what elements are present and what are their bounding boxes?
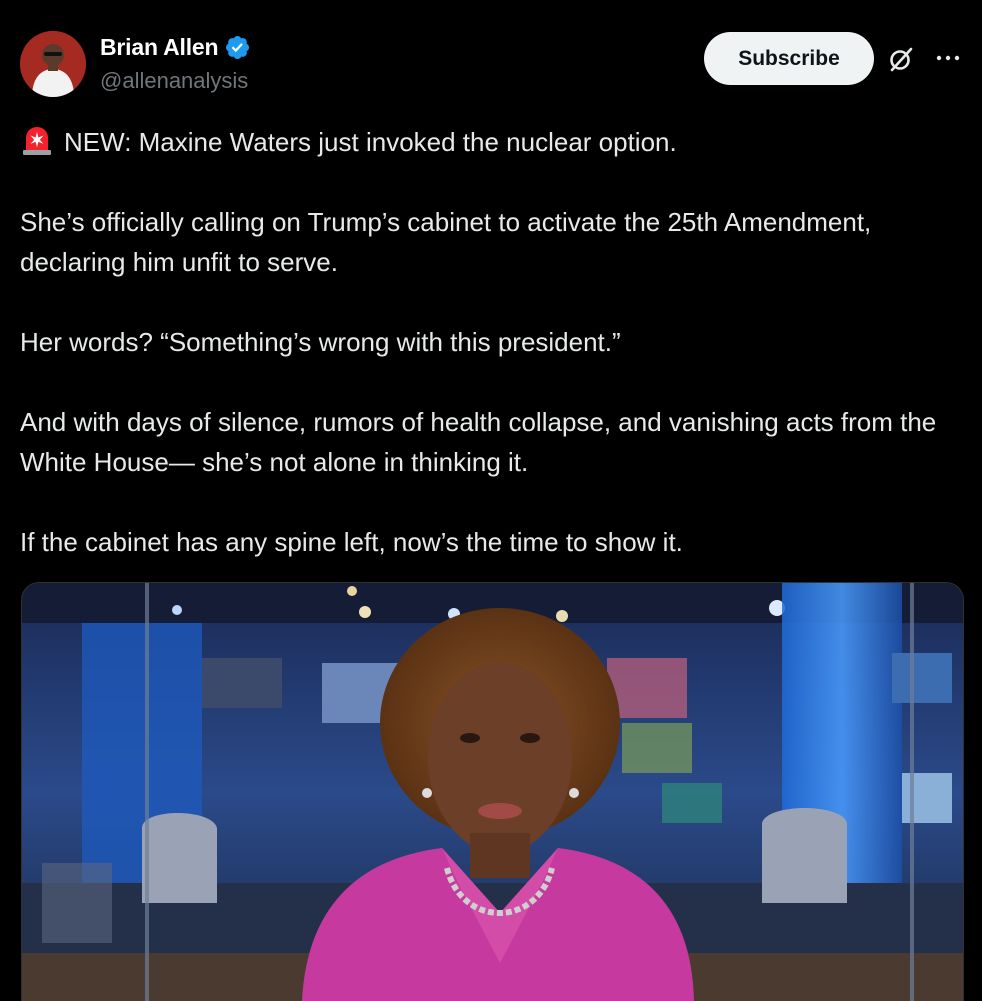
- tweet-paragraph-2: She’s officially calling on Trump’s cabi…: [20, 207, 872, 277]
- tweet: Brian Allen @allenanalysis Subscribe NEW…: [0, 0, 982, 1001]
- rotating-light-icon: [20, 123, 54, 157]
- more-options-icon[interactable]: [935, 48, 961, 68]
- tweet-paragraph-4: And with days of silence, rumors of heal…: [20, 407, 937, 477]
- tweet-text: NEW: Maxine Waters just invoked the nucl…: [20, 122, 965, 602]
- tweet-paragraph-1-text: NEW: Maxine Waters just invoked the nucl…: [64, 127, 677, 157]
- tweet-paragraph-1: NEW: Maxine Waters just invoked the nucl…: [20, 122, 965, 162]
- grok-icon[interactable]: [886, 44, 916, 74]
- tweet-paragraph-5: If the cabinet has any spine left, now’s…: [20, 527, 683, 557]
- video-media[interactable]: [21, 582, 964, 1001]
- author-display-name[interactable]: Brian Allen: [100, 34, 219, 61]
- verified-badge-icon: [224, 34, 251, 61]
- subscribe-button[interactable]: Subscribe: [704, 32, 874, 85]
- author-handle[interactable]: @allenanalysis: [100, 68, 248, 94]
- tweet-paragraph-3: Her words? “Something’s wrong with this …: [20, 327, 621, 357]
- author-name-row[interactable]: Brian Allen: [100, 34, 251, 61]
- avatar[interactable]: [20, 31, 86, 97]
